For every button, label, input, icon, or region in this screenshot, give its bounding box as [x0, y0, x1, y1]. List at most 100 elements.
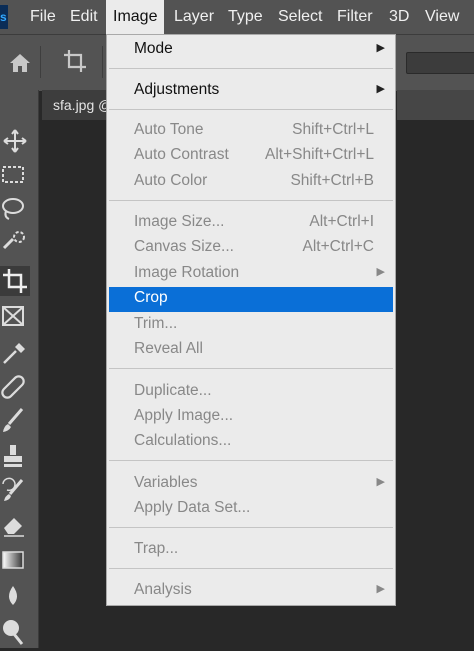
- menu-separator: [109, 109, 393, 110]
- eraser-tool[interactable]: [0, 510, 30, 540]
- tools-panel: [0, 90, 39, 648]
- menu-item-image-size[interactable]: Image Size... Alt+Ctrl+I: [109, 211, 393, 236]
- menu-item-analysis[interactable]: Analysis ▶: [109, 579, 393, 604]
- menu-item-label: Canvas Size...: [134, 238, 234, 255]
- menu-image[interactable]: Image: [106, 0, 165, 34]
- menu-view[interactable]: View: [425, 0, 459, 34]
- dodge-tool[interactable]: [0, 616, 30, 646]
- menu-item-label: Auto Contrast: [134, 146, 229, 163]
- healing-brush-tool[interactable]: [0, 372, 30, 402]
- water-drop-icon: [9, 586, 17, 605]
- image-menu-dropdown: Mode ▶ Adjustments ▶ Auto Tone Shift+Ctr…: [106, 34, 396, 606]
- lasso-icon: [2, 198, 24, 220]
- menu-item-label: Image Size...: [134, 213, 225, 230]
- lasso-tool[interactable]: [0, 194, 30, 224]
- shortcut-label: Alt+Shift+Ctrl+L: [265, 146, 374, 163]
- submenu-arrow-icon: ▶: [376, 583, 385, 595]
- move-icon: [3, 129, 27, 153]
- menu-item-label: Adjustments: [134, 81, 220, 98]
- move-tool[interactable]: [0, 126, 30, 156]
- home-icon[interactable]: [8, 52, 32, 74]
- gradient-tool[interactable]: [0, 546, 30, 576]
- menu-item-auto-color[interactable]: Auto Color Shift+Ctrl+B: [109, 170, 393, 195]
- brush-tool[interactable]: [0, 406, 30, 436]
- crop-icon: [3, 269, 27, 293]
- menu-file[interactable]: File: [30, 0, 56, 34]
- gradient-icon: [2, 551, 24, 569]
- menu-separator: [109, 460, 393, 461]
- menu-item-duplicate[interactable]: Duplicate...: [109, 380, 393, 405]
- menu-separator: [109, 200, 393, 201]
- menu-layer[interactable]: Layer: [174, 0, 214, 34]
- menu-item-apply-image[interactable]: Apply Image...: [109, 405, 393, 430]
- options-input-field[interactable]: [406, 52, 474, 74]
- menu-item-label: Apply Data Set...: [134, 499, 251, 516]
- menu-item-mode[interactable]: Mode ▶: [109, 38, 393, 63]
- menu-separator: [109, 527, 393, 528]
- shortcut-label: Shift+Ctrl+L: [292, 121, 374, 138]
- blur-tool[interactable]: [0, 582, 30, 612]
- options-divider: [40, 46, 41, 78]
- submenu-arrow-icon: ▶: [376, 476, 385, 488]
- crop-tool-preset-icon[interactable]: [62, 48, 88, 74]
- menu-type[interactable]: Type: [228, 0, 263, 34]
- menu-item-label: Variables: [134, 474, 198, 491]
- marquee-tool[interactable]: [0, 160, 30, 190]
- submenu-arrow-icon: ▶: [376, 83, 385, 95]
- menu-item-auto-contrast[interactable]: Auto Contrast Alt+Shift+Ctrl+L: [109, 144, 393, 169]
- shortcut-label: Shift+Ctrl+B: [290, 172, 374, 189]
- menu-item-trap[interactable]: Trap...: [109, 538, 393, 563]
- menu-separator: [109, 368, 393, 369]
- menu-filter[interactable]: Filter: [337, 0, 373, 34]
- clone-stamp-tool[interactable]: [0, 442, 30, 472]
- menu-item-label: Apply Image...: [134, 407, 234, 424]
- menu-edit[interactable]: Edit: [70, 0, 98, 34]
- menu-item-reveal-all[interactable]: Reveal All: [109, 338, 393, 363]
- menu-item-label: Auto Tone: [134, 121, 204, 138]
- menu-separator: [109, 68, 393, 69]
- menu-item-auto-tone[interactable]: Auto Tone Shift+Ctrl+L: [109, 119, 393, 144]
- menu-separator: [109, 568, 393, 569]
- crop-tool[interactable]: [0, 266, 30, 296]
- submenu-arrow-icon: ▶: [376, 266, 385, 278]
- frame-icon: [2, 306, 24, 326]
- menu-item-trim[interactable]: Trim...: [109, 313, 393, 338]
- menu-select[interactable]: Select: [278, 0, 322, 34]
- menu-item-variables[interactable]: Variables ▶: [109, 472, 393, 497]
- menu-item-label: Crop: [134, 289, 168, 306]
- history-brush-tool[interactable]: [0, 476, 30, 506]
- quick-selection-tool[interactable]: [0, 228, 30, 258]
- rectangle-marquee-icon: [2, 166, 24, 183]
- menu-item-label: Analysis: [134, 581, 192, 598]
- menu-item-label: Auto Color: [134, 172, 208, 189]
- shortcut-label: Alt+Ctrl+I: [309, 213, 374, 230]
- history-brush-icon: [2, 477, 24, 501]
- menu-item-label: Calculations...: [134, 432, 232, 449]
- menu-item-image-rotation[interactable]: Image Rotation ▶: [109, 262, 393, 287]
- menu-item-label: Reveal All: [134, 340, 203, 357]
- menu-item-canvas-size[interactable]: Canvas Size... Alt+Ctrl+C: [109, 236, 393, 261]
- menu-item-label: Mode: [134, 40, 173, 57]
- menu-item-label: Trap...: [134, 540, 179, 557]
- menu-item-apply-data-set[interactable]: Apply Data Set...: [109, 497, 393, 522]
- menu-item-label: Trim...: [134, 315, 178, 332]
- menu-item-label: Image Rotation: [134, 264, 240, 281]
- menu-item-calculations[interactable]: Calculations...: [109, 430, 393, 455]
- eyedropper-icon: [3, 343, 25, 364]
- menu-bar: s File Edit Image Layer Type Select Filt…: [0, 0, 474, 34]
- dodge-icon: [3, 620, 24, 645]
- bandage-icon: [1, 375, 25, 399]
- submenu-arrow-icon: ▶: [376, 42, 385, 54]
- menu-item-adjustments[interactable]: Adjustments ▶: [109, 79, 393, 104]
- frame-tool[interactable]: [0, 302, 30, 332]
- tab-strip: [397, 90, 474, 120]
- menu-3d[interactable]: 3D: [389, 0, 409, 34]
- photoshop-logo-icon: s: [0, 5, 8, 29]
- document-tab[interactable]: sfa.jpg @: [42, 90, 108, 120]
- shortcut-label: Alt+Ctrl+C: [302, 238, 375, 255]
- stamp-icon: [4, 445, 22, 467]
- menu-item-label: Duplicate...: [134, 382, 212, 399]
- menu-item-crop[interactable]: Crop: [109, 287, 393, 312]
- eraser-icon: [4, 518, 24, 537]
- eyedropper-tool[interactable]: [0, 338, 30, 368]
